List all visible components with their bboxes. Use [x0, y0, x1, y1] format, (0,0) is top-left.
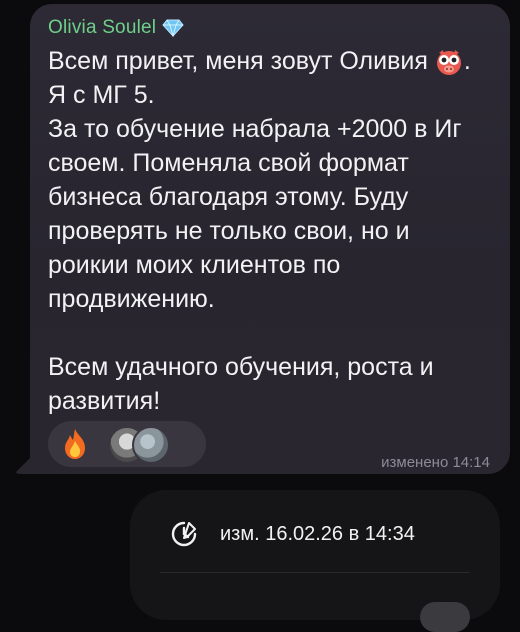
edit-info-row[interactable]: изм. 16.02.26 в 14:34: [170, 520, 415, 548]
clock-edit-icon: [171, 521, 197, 547]
sender-name[interactable]: Olivia Soulel: [48, 17, 156, 39]
message-line-blank: [48, 316, 498, 350]
message-line: Всем привет, меня зовут Оливия.: [48, 44, 498, 78]
divider: [160, 572, 470, 573]
message-line: проверять не только свои, но и: [48, 217, 410, 245]
message-sender: Olivia Soulel: [48, 17, 184, 39]
message-bubble[interactable]: Olivia Soulel Всем привет, меня зовут Ол…: [30, 4, 510, 474]
message-line: бизнеса благодаря этому. Буду: [48, 183, 409, 211]
pig-face-icon: [436, 50, 461, 76]
reaction-avatars: [108, 426, 188, 464]
reaction-pill[interactable]: [48, 421, 206, 467]
avatar[interactable]: [132, 426, 170, 464]
edit-info-text: изм. 16.02.26 в 14:34: [220, 522, 415, 545]
message-text: Всем привет, меня зовут Оливия. Я с МГ 5…: [48, 44, 498, 418]
message-line: продвижению.: [48, 285, 215, 313]
fire-icon: [65, 429, 85, 459]
message-line: Всем удачного обучения, роста и: [48, 353, 434, 381]
context-panel: изм. 16.02.26 в 14:34: [130, 490, 500, 632]
message-line: Я с МГ 5.: [48, 81, 155, 109]
diamond-icon: [162, 19, 184, 37]
message-line: За то обучение набрала +2000 в Иг: [48, 115, 462, 143]
message-line: роикии моих клиентов по: [48, 251, 341, 279]
message-line: развития!: [48, 387, 161, 415]
edited-timestamp: изменено 14:14: [381, 454, 490, 471]
message-line: своем. Поменяла свой формат: [48, 149, 409, 177]
